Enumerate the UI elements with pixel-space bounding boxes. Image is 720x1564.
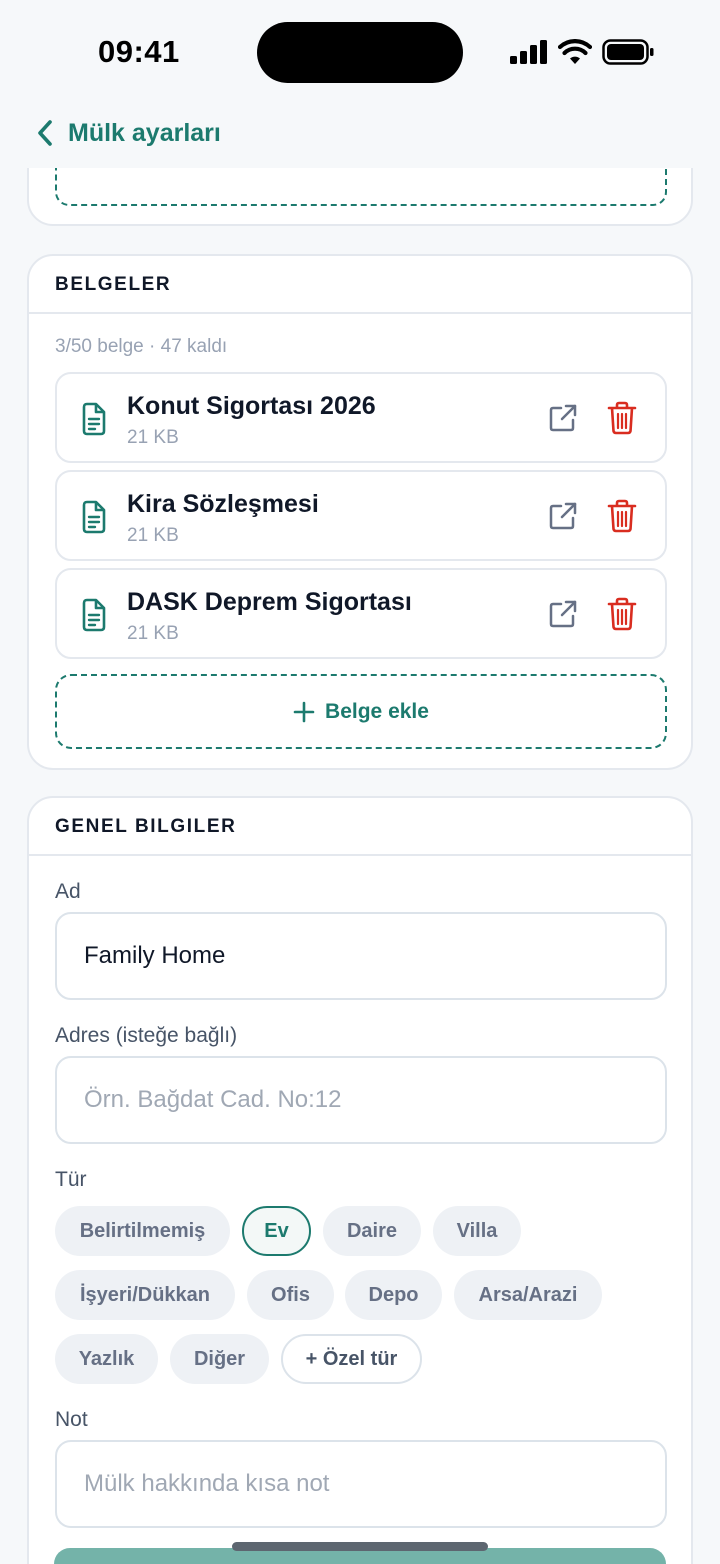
status-time: 09:41	[98, 34, 180, 69]
general-header: GENEL BILGILER	[29, 798, 691, 856]
trash-icon[interactable]	[607, 597, 637, 631]
name-input[interactable]	[55, 912, 667, 1000]
plus-icon	[293, 701, 315, 722]
type-chip-daire[interactable]: Daire	[323, 1206, 421, 1256]
document-icon	[82, 402, 106, 436]
trash-icon[interactable]	[607, 401, 637, 435]
documents-title: BELGELER	[55, 274, 172, 295]
type-chip-villa[interactable]: Villa	[433, 1206, 521, 1256]
documents-header: BELGELER	[29, 256, 691, 314]
open-external-icon[interactable]	[547, 500, 579, 532]
type-chip-yazlik[interactable]: Yazlık	[55, 1334, 158, 1384]
type-chip-ofis[interactable]: Ofis	[247, 1270, 334, 1320]
documents-count: 3/50 belge · 47 kaldı	[55, 336, 228, 357]
back-button[interactable]: Mülk ayarları	[34, 118, 221, 148]
general-info-card: GENEL BILGILER Ad Adres (isteğe bağlı) T…	[27, 796, 693, 1564]
back-label: Mülk ayarları	[68, 118, 221, 147]
type-chip-isyeri[interactable]: İşyeri/Dükkan	[55, 1270, 235, 1320]
address-input[interactable]	[55, 1056, 667, 1144]
document-row[interactable]: Kira Sözleşmesi 21 KB	[55, 470, 667, 561]
document-name: Konut Sigortası 2026	[127, 392, 376, 420]
type-chip-diger[interactable]: Diğer	[170, 1334, 269, 1384]
document-name: DASK Deprem Sigortası	[127, 588, 412, 616]
open-external-icon[interactable]	[547, 402, 579, 434]
add-document-button[interactable]: Belge ekle	[55, 674, 667, 749]
name-label: Ad	[55, 880, 81, 903]
dynamic-island	[257, 22, 463, 83]
document-name: Kira Sözleşmesi	[127, 490, 319, 518]
document-icon	[82, 598, 106, 632]
wifi-icon	[558, 39, 592, 64]
type-chip-belirtilmemis[interactable]: Belirtilmemiş	[55, 1206, 230, 1256]
dashed-upload-area[interactable]	[55, 168, 667, 206]
type-chip-ev[interactable]: Ev	[242, 1206, 311, 1256]
nav-bar: Mülk ayarları	[0, 104, 720, 168]
type-label: Tür	[55, 1168, 87, 1191]
trash-icon[interactable]	[607, 499, 637, 533]
note-label: Not	[55, 1408, 88, 1431]
add-document-label: Belge ekle	[325, 699, 429, 723]
document-size: 21 KB	[127, 623, 179, 644]
settings-content[interactable]: BELGELER 3/50 belge · 47 kaldı Konut Sig…	[0, 168, 720, 1564]
note-input[interactable]	[55, 1440, 667, 1528]
document-icon	[82, 500, 106, 534]
type-chip-depo[interactable]: Depo	[345, 1270, 442, 1320]
status-bar: 09:41	[0, 0, 720, 104]
status-icons	[510, 36, 654, 68]
open-external-icon[interactable]	[547, 598, 579, 630]
previous-section-card	[27, 168, 693, 226]
document-size: 21 KB	[127, 427, 179, 448]
custom-type-button[interactable]: + Özel tür	[281, 1334, 422, 1384]
type-chip-arsa[interactable]: Arsa/Arazi	[454, 1270, 602, 1320]
chevron-left-icon	[38, 120, 52, 146]
documents-card: BELGELER 3/50 belge · 47 kaldı Konut Sig…	[27, 254, 693, 770]
document-row[interactable]: DASK Deprem Sigortası 21 KB	[55, 568, 667, 659]
general-title: GENEL BILGILER	[55, 816, 237, 837]
home-indicator	[232, 1542, 488, 1551]
battery-icon	[602, 39, 654, 65]
address-label: Adres (isteğe bağlı)	[55, 1024, 238, 1047]
cellular-signal-icon	[510, 40, 547, 64]
document-row[interactable]: Konut Sigortası 2026 21 KB	[55, 372, 667, 463]
document-size: 21 KB	[127, 525, 179, 546]
